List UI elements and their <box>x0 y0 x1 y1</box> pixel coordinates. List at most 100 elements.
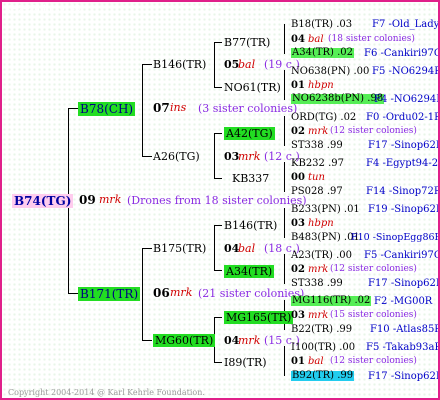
ancestor-id[interactable]: ST338 .99 <box>291 141 343 151</box>
ancestor-id[interactable]: I100(TR) .00 <box>291 343 355 353</box>
connector <box>214 317 222 318</box>
ancestor-line: F5 -Cankiri97Q <box>364 250 440 261</box>
ancestor-id[interactable]: B18(TR) .03 <box>291 20 352 30</box>
ancestor-line: F4 -Egypt94-2R <box>366 158 440 169</box>
connector <box>284 116 285 146</box>
parent-line: ins <box>170 101 187 114</box>
connector <box>142 248 152 249</box>
ancestor-id[interactable]: A34(TR) .02 <box>291 48 355 58</box>
parent-note: (3 sister colonies) <box>198 102 298 115</box>
ancestor-note: (12 sister colonies) <box>330 356 417 366</box>
connector <box>284 346 285 376</box>
ancestor-year: 02 <box>291 264 305 275</box>
ancestor-id[interactable]: ORD(TG) .02 <box>291 113 356 123</box>
parent-queen-id[interactable]: B171(TR) <box>78 287 141 301</box>
ancestor-line: F0 -Ordu02-1R <box>366 112 440 123</box>
parent-year: 07 <box>153 101 170 115</box>
ancestor-line: F19 -Sinop62R <box>368 204 440 215</box>
ancestor-year: 04 <box>291 34 305 45</box>
great-grandparent-id[interactable]: KB337 <box>232 173 269 184</box>
connector <box>214 225 215 270</box>
parent-queen-id[interactable]: B78(CH) <box>78 102 136 116</box>
grandparent-line: mrk <box>238 334 261 347</box>
ancestor-line: F17 -Sinop62R <box>368 278 440 289</box>
connector <box>142 248 143 340</box>
ancestor-id[interactable]: NO6238b(PN) .98 <box>291 94 385 104</box>
great-grandparent-id[interactable]: I89(TR) <box>224 357 267 368</box>
ancestor-line: F2 -MG00R <box>374 296 433 307</box>
great-grandparent-id[interactable]: NO61(TR) <box>224 82 281 93</box>
grandparent-queen-id[interactable]: B146(TR) <box>153 59 206 70</box>
connector <box>68 108 78 109</box>
root-queen-id[interactable]: B74(TG) <box>12 194 74 208</box>
ancestor-year: 01 <box>291 356 305 367</box>
connector <box>284 254 285 284</box>
connector <box>284 70 285 100</box>
ancestor-id[interactable]: NO638(PN) .00 <box>291 67 369 77</box>
ancestor-line: F7 -Old_Lady <box>372 19 440 30</box>
ancestor-note: (15 sister colonies) <box>330 310 417 320</box>
connector <box>214 87 222 88</box>
ancestor-id[interactable]: B233(PN) .01 <box>291 205 360 215</box>
connector <box>214 270 222 271</box>
connector <box>142 64 152 65</box>
connector <box>284 24 285 54</box>
ancestor-id[interactable]: MG116(TR) .02 <box>291 296 372 306</box>
connector <box>214 42 222 43</box>
ancestor-line: F14 -Sinop72R <box>366 186 440 197</box>
ancestor-drone-line: hbpn <box>308 80 334 91</box>
ancestor-id[interactable]: B92(TR) .99 <box>291 371 355 381</box>
connector <box>214 42 215 87</box>
great-grandparent-id[interactable]: B146(TR) <box>224 220 277 231</box>
timestamp-header: 8- 2-2014 ( 20: 45) <box>8 4 84 13</box>
grandparent-line: bal <box>238 58 256 71</box>
great-grandparent-id[interactable]: B77(TR) <box>224 37 270 48</box>
connector <box>142 340 152 341</box>
ancestor-drone-line: mrk <box>308 310 329 321</box>
grandparent-queen-id[interactable]: MG60(TR) <box>153 334 216 347</box>
ancestor-id[interactable]: PS028 .97 <box>291 187 343 197</box>
ancestor-line: F5 -NO6294R <box>372 66 440 77</box>
ancestor-year: 01 <box>291 80 305 91</box>
ancestor-drone-line: mrk <box>308 264 329 275</box>
pedigree-canvas: 8- 2-2014 ( 20: 45) B74(TG) 09 mrk (Dron… <box>0 0 440 400</box>
root-note: (Drones from 18 sister colonies) <box>127 194 307 207</box>
ancestor-note: (12 sister colonies) <box>330 126 417 136</box>
parent-year: 06 <box>153 286 170 300</box>
grandparent-queen-id[interactable]: A26(TG) <box>153 151 200 162</box>
connector <box>68 293 78 294</box>
ancestor-drone-line: tun <box>308 172 325 183</box>
connector <box>142 64 143 156</box>
root-year: 09 <box>79 193 96 207</box>
connector <box>214 178 222 179</box>
ancestor-line: F17 -Sinop62R <box>368 371 440 382</box>
connector <box>214 133 222 134</box>
ancestor-id[interactable]: B483(PN) .01 <box>291 233 360 243</box>
great-grandparent-id[interactable]: A42(TG) <box>224 127 275 140</box>
ancestor-line: F5 -Takab93aR <box>366 342 440 353</box>
connector <box>214 225 222 226</box>
grandparent-line: mrk <box>238 150 261 163</box>
ancestor-id[interactable]: ST338 .99 <box>291 279 343 289</box>
root-line: mrk <box>99 193 122 206</box>
ancestor-line: F10 -Atlas85R <box>370 324 440 335</box>
grandparent-line: bal <box>238 242 256 255</box>
ancestor-id[interactable]: A23(TR) .00 <box>291 251 352 261</box>
ancestor-line: F4 -NO6294R <box>374 94 440 105</box>
ancestor-year: 03 <box>291 310 305 321</box>
ancestor-id[interactable]: KB232 .97 <box>291 159 344 169</box>
ancestor-drone-line: mrk <box>308 126 329 137</box>
great-grandparent-id[interactable]: A34(TR) <box>224 265 275 278</box>
ancestor-year: 00 <box>291 172 305 183</box>
great-grandparent-id[interactable]: MG165(TR) <box>224 311 294 324</box>
ancestor-year: 02 <box>291 126 305 137</box>
ancestor-drone-line: bal <box>308 356 324 367</box>
ancestor-id[interactable]: B22(TR) .99 <box>291 325 352 335</box>
grandparent-queen-id[interactable]: B175(TR) <box>153 243 206 254</box>
connector <box>142 156 152 157</box>
ancestor-drone-line: bal <box>308 34 324 45</box>
connector <box>214 133 215 178</box>
ancestor-line: F6 -Cankiri97Q <box>364 48 440 59</box>
ancestor-note: (12 sister colonies) <box>330 264 417 274</box>
ancestor-line: F17 -Sinop62R <box>368 140 440 151</box>
